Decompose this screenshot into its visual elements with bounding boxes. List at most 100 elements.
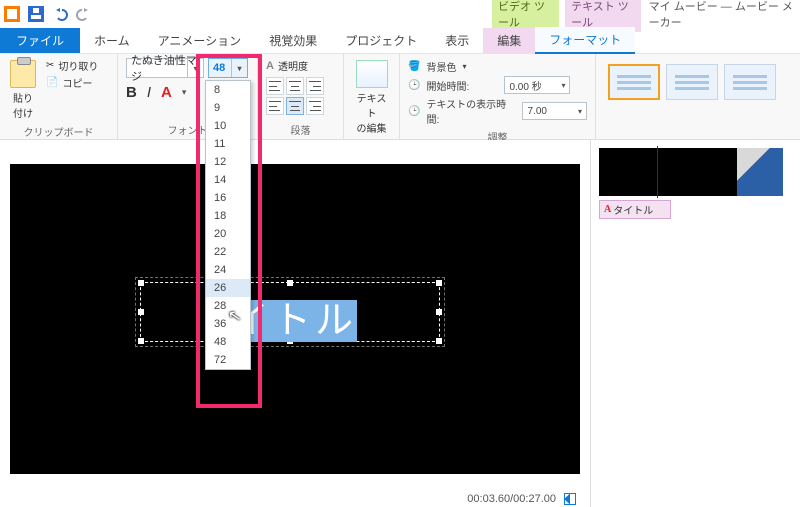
copy-label: コピー [62, 75, 92, 90]
style-thumb[interactable] [608, 64, 660, 100]
video-stage[interactable]: イトル [10, 164, 580, 474]
window-title: マイ ムービー — ムービー メーカー [649, 0, 796, 30]
chevron-down-icon: ▾ [561, 81, 565, 90]
font-size-option[interactable]: 22 [206, 243, 250, 261]
group-paragraph: A 透明度 段落 [258, 54, 344, 139]
tab-home[interactable]: ホーム [80, 28, 144, 53]
font-size-option[interactable]: 12 [206, 153, 250, 171]
start-time-label: 開始時間: [426, 78, 498, 93]
tab-edit[interactable]: 編集 [483, 28, 535, 53]
chevron-down-icon: ▾ [231, 59, 247, 77]
group-styles [596, 54, 800, 139]
style-thumb[interactable] [666, 64, 718, 100]
font-size-option[interactable]: 11 [206, 135, 250, 153]
font-size-combo[interactable]: 48 ▾ [208, 58, 248, 78]
bold-button[interactable]: B [126, 84, 137, 101]
caption-label: タイトル [613, 202, 653, 217]
ribbon: 貼り 付け ✂ 切り取り 📄 コピー クリップボード たぬき油性マジ ▾ [0, 54, 800, 140]
italic-button[interactable]: I [147, 84, 151, 101]
caption-clip[interactable]: A タイトル [599, 200, 671, 219]
edit-text-icon [356, 60, 388, 88]
storyboard-track[interactable] [599, 148, 792, 196]
resize-handle[interactable] [287, 280, 293, 286]
save-icon[interactable] [28, 6, 44, 22]
paste-label: 貼り 付け [13, 90, 33, 120]
caption-marker: A [604, 204, 611, 215]
font-size-option[interactable]: 26 [206, 279, 250, 297]
edit-text-button[interactable]: テキスト の編集 [352, 58, 391, 137]
tab-format[interactable]: フォーマット [535, 27, 635, 54]
align-top-center[interactable] [286, 77, 304, 95]
tab-file[interactable]: ファイル [0, 28, 80, 53]
resize-handle[interactable] [138, 280, 144, 286]
title-textbox[interactable]: イトル [140, 282, 440, 342]
redo-icon[interactable] [76, 6, 92, 22]
start-time-spin[interactable]: 0.00 秒 ▾ [504, 76, 570, 94]
group-adjust: 🪣 背景色 ▾ 🕒 開始時間: 0.00 秒 ▾ 🕒 テキストの表示時間: 7.… [400, 54, 596, 139]
font-size-option[interactable]: 24 [206, 261, 250, 279]
clip-thumbnail [737, 148, 783, 196]
chevron-down-icon[interactable]: ▾ [182, 87, 187, 98]
group-clipboard-label: クリップボード [8, 122, 109, 139]
start-time-value: 0.00 秒 [509, 78, 541, 93]
bgcolor-button[interactable]: 🪣 背景色 ▾ [408, 58, 587, 75]
align-mid-center[interactable] [286, 97, 304, 115]
chevron-down-icon: ▾ [578, 107, 582, 116]
copy-icon: 📄 [46, 77, 58, 88]
timecode: 00:03.60/00:27.00 [467, 493, 556, 505]
resize-handle[interactable] [138, 309, 144, 315]
show-time-value: 7.00 [527, 106, 546, 117]
tab-visual[interactable]: 視覚効果 [255, 28, 331, 53]
align-top-left[interactable] [266, 77, 284, 95]
paste-icon [10, 60, 36, 88]
storyboard-pane: A タイトル [590, 140, 800, 507]
font-size-option[interactable]: 10 [206, 117, 250, 135]
ribbon-tabs: ファイル ホーム アニメーション 視覚効果 プロジェクト 表示 編集 フォーマッ… [0, 28, 800, 54]
align-mid-left[interactable] [266, 97, 284, 115]
cut-label: 切り取り [58, 58, 98, 73]
group-clipboard: 貼り 付け ✂ 切り取り 📄 コピー クリップボード [0, 54, 118, 139]
font-size-option[interactable]: 20 [206, 225, 250, 243]
font-size-option[interactable]: 72 [206, 351, 250, 369]
chevron-down-icon: ▾ [187, 59, 203, 77]
show-time-label: テキストの表示時間: [426, 96, 516, 126]
edit-text-label: テキスト の編集 [354, 90, 389, 135]
font-size-option[interactable]: 16 [206, 189, 250, 207]
font-family-combo[interactable]: たぬき油性マジ ▾ [126, 58, 204, 78]
video-clip[interactable] [599, 148, 783, 196]
group-paragraph-label: 段落 [266, 120, 335, 137]
copy-button[interactable]: 📄 コピー [46, 75, 98, 90]
align-mid-right[interactable] [306, 97, 324, 115]
resize-handle[interactable] [138, 338, 144, 344]
transparency-label[interactable]: 透明度 [278, 58, 308, 73]
clock-icon: 🕒 [408, 106, 420, 117]
font-size-dropdown[interactable]: 891011121416182022242628364872 [205, 80, 251, 370]
paste-button[interactable]: 貼り 付け [8, 58, 38, 122]
font-size-option[interactable]: 14 [206, 171, 250, 189]
fullscreen-icon[interactable] [564, 493, 576, 505]
style-thumb[interactable] [724, 64, 776, 100]
tab-project[interactable]: プロジェクト [331, 28, 431, 53]
app-icon [4, 6, 20, 22]
align-top-right[interactable] [306, 77, 324, 95]
show-time-spin[interactable]: 7.00 ▾ [522, 102, 587, 120]
workspace: イトル 00:03.60/00:27.00 A タイトル [0, 140, 800, 507]
font-size-option[interactable]: 9 [206, 99, 250, 117]
scissors-icon: ✂ [46, 60, 54, 71]
tab-animation[interactable]: アニメーション [144, 28, 256, 53]
font-color-button[interactable]: A [161, 84, 172, 101]
tab-view[interactable]: 表示 [431, 28, 483, 53]
transparency-icon: A [266, 60, 274, 72]
font-size-value: 48 [213, 62, 225, 74]
undo-icon[interactable] [52, 6, 68, 22]
resize-handle[interactable] [436, 280, 442, 286]
bucket-icon: 🪣 [408, 61, 420, 72]
resize-handle[interactable] [436, 338, 442, 344]
font-size-option[interactable]: 8 [206, 81, 250, 99]
font-size-option[interactable]: 18 [206, 207, 250, 225]
cut-button[interactable]: ✂ 切り取り [46, 58, 98, 73]
font-size-option[interactable]: 48 [206, 333, 250, 351]
time-bar: 00:03.60/00:27.00 [0, 491, 590, 507]
title-bar: ビデオ ツール テキスト ツール マイ ムービー — ムービー メーカー [0, 0, 800, 28]
resize-handle[interactable] [436, 309, 442, 315]
